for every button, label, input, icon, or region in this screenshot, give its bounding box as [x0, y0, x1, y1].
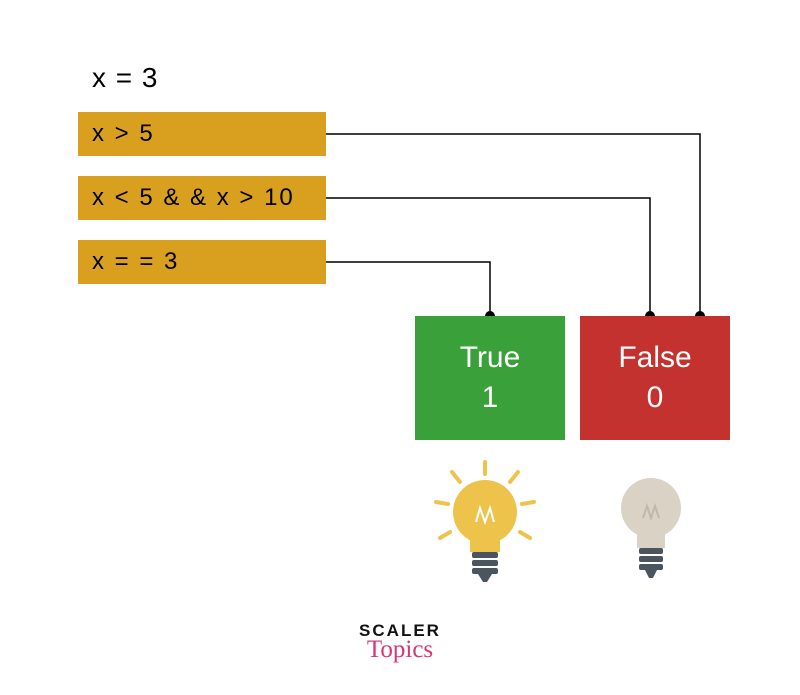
diagram-canvas: x = 3 x > 5 x < 5 & & x > 10 x = = 3 Tru… [0, 0, 800, 695]
lightbulb-on-icon [430, 460, 540, 590]
expression-1: x > 5 [78, 112, 326, 156]
lightbulb-off-icon [605, 470, 697, 585]
expression-3: x = = 3 [78, 240, 326, 284]
false-label: False [618, 338, 691, 379]
assignment-text: x = 3 [92, 62, 158, 94]
false-value: 0 [647, 378, 664, 419]
true-value: 1 [482, 378, 499, 419]
expression-2: x < 5 & & x > 10 [78, 176, 326, 220]
brand-logo: SCALER Topics [359, 622, 441, 662]
result-false-box: False 0 [580, 316, 730, 440]
brand-line2: Topics [359, 637, 441, 662]
true-label: True [460, 338, 521, 379]
result-true-box: True 1 [415, 316, 565, 440]
